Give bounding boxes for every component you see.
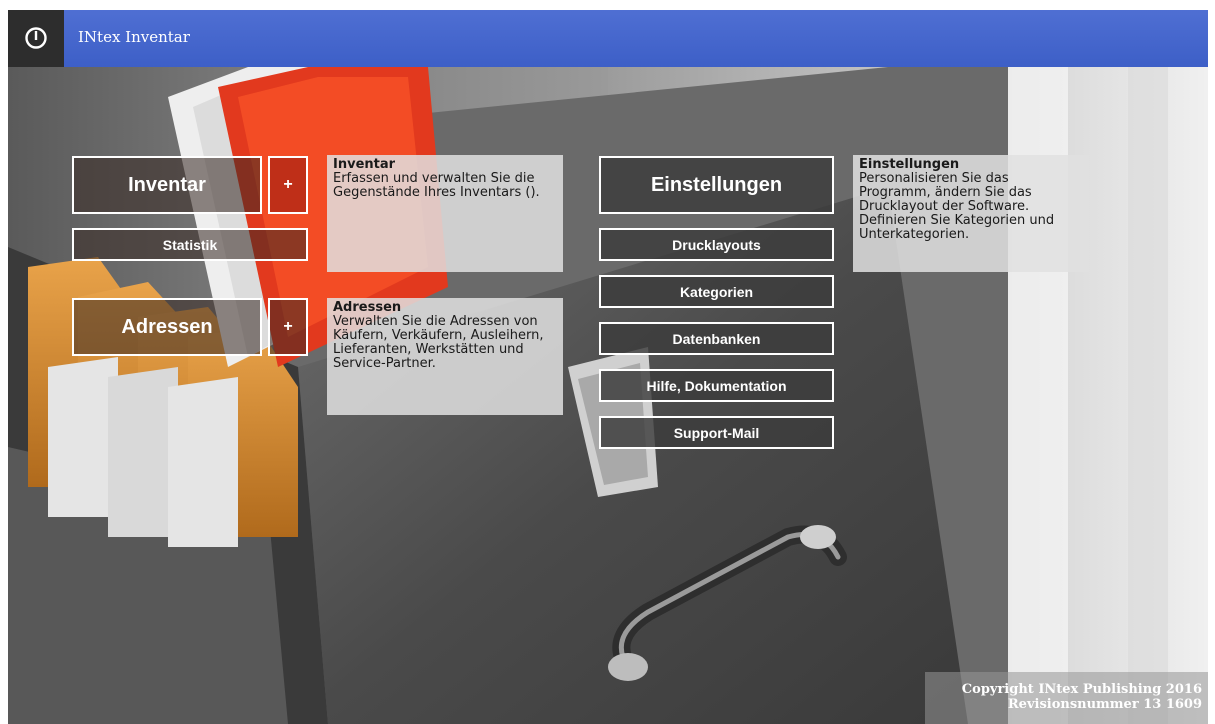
info-panel-inventar: Inventar Erfassen und verwalten Sie die … <box>327 155 563 272</box>
add-inventar-button[interactable]: + <box>268 156 308 214</box>
support-button-label: Support-Mail <box>673 424 760 441</box>
hilfe-dokumentation-button[interactable]: Hilfe, Dokumentation <box>599 369 834 402</box>
einstellungen-button[interactable]: Einstellungen <box>599 156 834 214</box>
kategorien-button[interactable]: Kategorien <box>599 275 834 308</box>
statistik-button[interactable]: Statistik <box>72 228 308 261</box>
info-panel-adressen: Adressen Verwalten Sie die Adressen von … <box>327 298 563 415</box>
info-heading: Einstellungen <box>859 157 960 172</box>
title-bar: INtex Inventar <box>8 10 1208 67</box>
kategorien-button-label: Kategorien <box>679 283 754 300</box>
power-button[interactable] <box>8 10 64 67</box>
drucklayouts-button[interactable]: Drucklayouts <box>599 228 834 261</box>
power-icon <box>25 27 47 49</box>
info-text: Verwalten Sie die Adressen von Käufern, … <box>333 314 544 371</box>
plus-icon: + <box>283 176 293 193</box>
revision-text: Revisionsnummer 13 1609 <box>1007 697 1202 712</box>
einstellungen-button-label: Einstellungen <box>650 173 783 196</box>
datenbanken-button-label: Datenbanken <box>672 330 761 347</box>
add-adresse-button[interactable]: + <box>268 298 308 356</box>
info-panel-einstellungen: Einstellungen Personalisieren Sie das Pr… <box>853 155 1089 272</box>
adressen-button-label: Adressen <box>121 315 213 338</box>
drucklayouts-button-label: Drucklayouts <box>672 236 761 253</box>
info-heading: Inventar <box>333 157 396 172</box>
copyright-text: Copyright INtex Publishing 2016 <box>961 682 1202 697</box>
app-title: INtex Inventar <box>78 28 190 46</box>
support-mail-button[interactable]: Support-Mail <box>599 416 834 449</box>
info-text: Personalisieren Sie das Programm, ändern… <box>859 171 1055 242</box>
hilfe-button-label: Hilfe, Dokumentation <box>646 377 787 394</box>
datenbanken-button[interactable]: Datenbanken <box>599 322 834 355</box>
adressen-button[interactable]: Adressen <box>72 298 262 356</box>
info-heading: Adressen <box>333 300 402 315</box>
inventar-button[interactable]: Inventar <box>72 156 262 214</box>
statistik-button-label: Statistik <box>162 236 218 253</box>
inventar-button-label: Inventar <box>128 173 206 196</box>
info-text: Erfassen und verwalten Sie die Gegenstän… <box>333 171 540 200</box>
plus-icon: + <box>283 318 293 335</box>
copyright-box: Copyright INtex Publishing 2016 Revision… <box>925 672 1208 724</box>
